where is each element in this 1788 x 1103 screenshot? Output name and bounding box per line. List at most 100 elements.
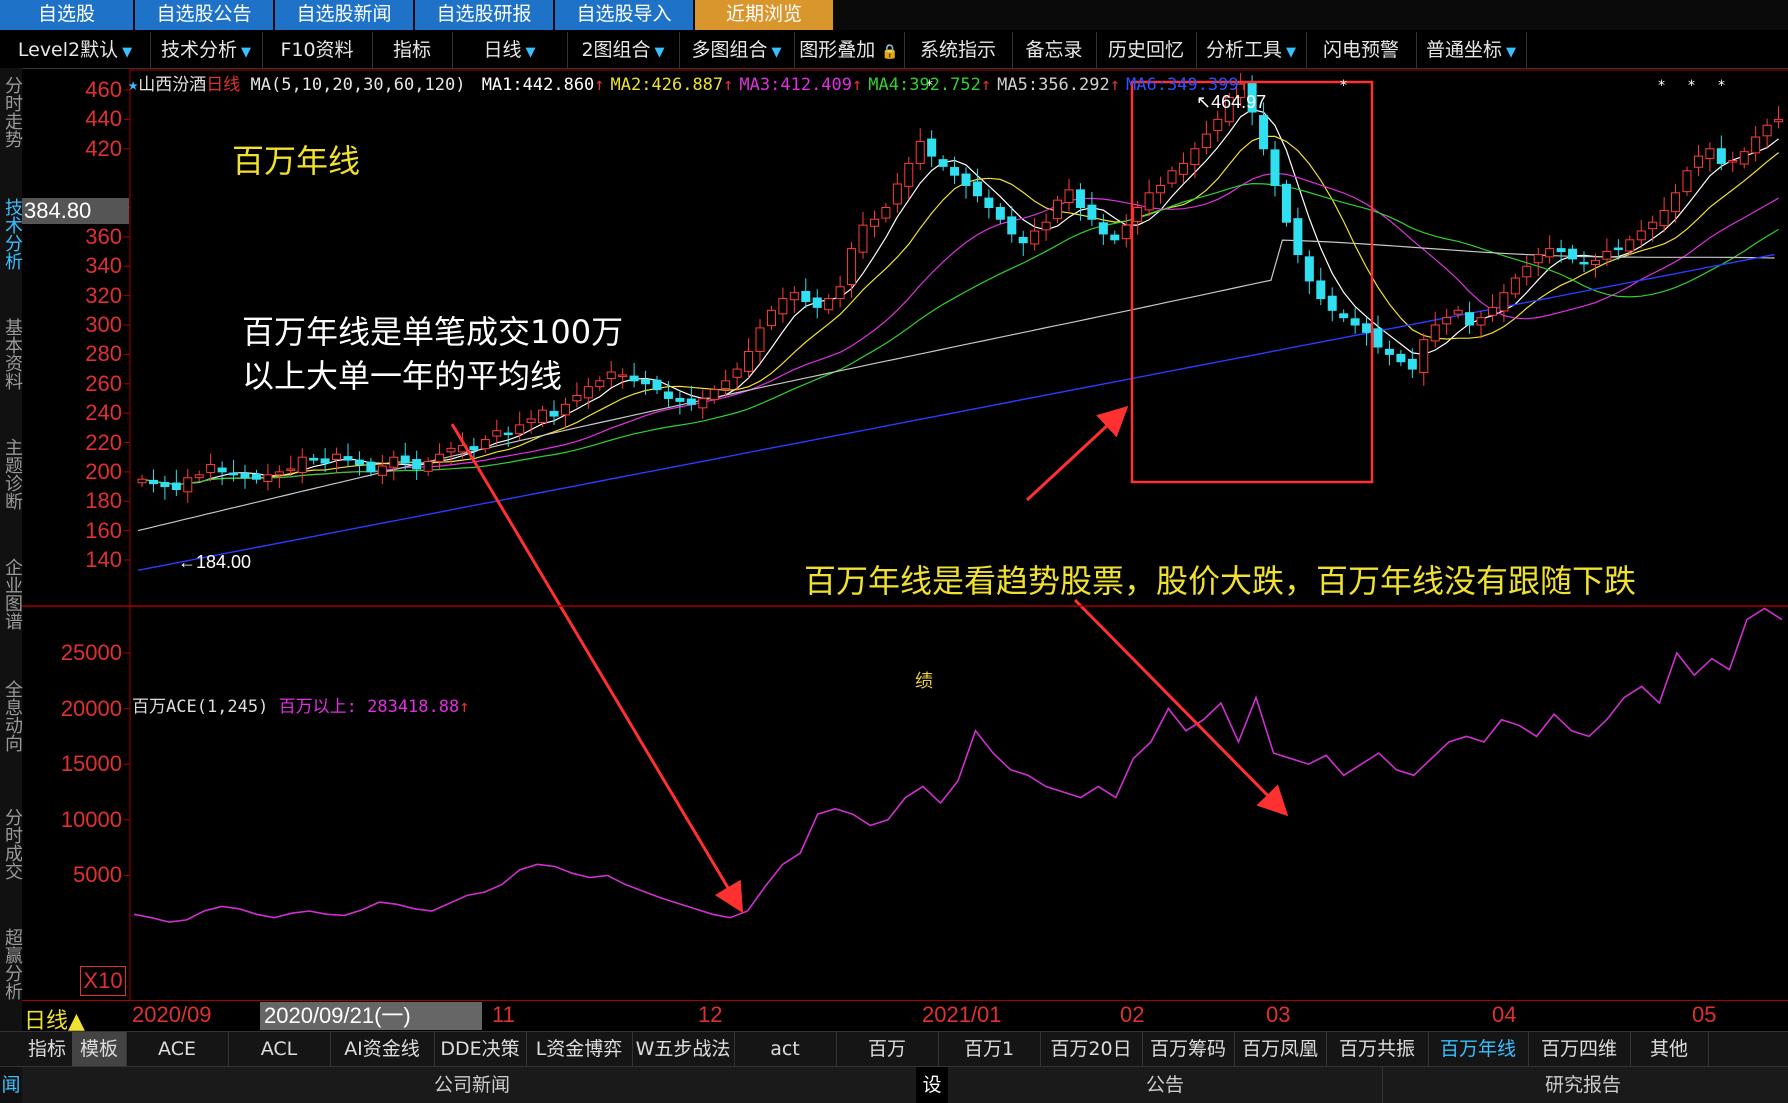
candle[interactable] bbox=[263, 463, 273, 491]
toolbar-item-9[interactable]: 备忘录 bbox=[1012, 32, 1097, 68]
candle[interactable] bbox=[297, 448, 307, 484]
candle[interactable] bbox=[1430, 311, 1440, 348]
chart-area[interactable]: * * * * * bbox=[22, 68, 1788, 1000]
candle[interactable] bbox=[1384, 340, 1394, 366]
candle[interactable] bbox=[984, 189, 994, 219]
candle[interactable] bbox=[137, 474, 147, 488]
dropdown-arrow-icon[interactable]: ▼ bbox=[122, 45, 132, 60]
candle[interactable] bbox=[217, 461, 227, 486]
candle[interactable] bbox=[366, 457, 376, 477]
news-left-tab[interactable]: 闻 bbox=[0, 1067, 22, 1103]
top-tab-4[interactable]: 自选股导入 bbox=[555, 0, 695, 30]
candle[interactable] bbox=[1190, 142, 1200, 178]
candle[interactable] bbox=[171, 469, 181, 497]
candle[interactable] bbox=[194, 470, 204, 483]
candle[interactable] bbox=[1121, 214, 1131, 248]
candle[interactable] bbox=[1053, 195, 1063, 224]
toolbar-item-5[interactable]: 2图组合 ▼ bbox=[567, 32, 680, 68]
candle[interactable] bbox=[869, 210, 879, 238]
candle[interactable] bbox=[538, 405, 548, 427]
candle[interactable] bbox=[881, 203, 891, 223]
candle[interactable] bbox=[1098, 213, 1108, 245]
candle[interactable] bbox=[961, 167, 971, 199]
candle[interactable] bbox=[755, 319, 765, 363]
candle[interactable] bbox=[1167, 166, 1177, 188]
candle[interactable] bbox=[1201, 120, 1211, 155]
toolbar-item-10[interactable]: 历史回忆 bbox=[1096, 32, 1197, 68]
candle[interactable] bbox=[377, 454, 387, 485]
candle[interactable] bbox=[343, 443, 353, 467]
candle[interactable] bbox=[1705, 142, 1715, 172]
candle[interactable] bbox=[1144, 179, 1154, 217]
toolbar-item-4[interactable]: 日线 ▼ bbox=[452, 32, 568, 68]
candle[interactable] bbox=[1327, 287, 1337, 322]
candle[interactable] bbox=[1487, 294, 1497, 322]
top-tab-1[interactable]: 自选股公告 bbox=[135, 0, 275, 30]
candle[interactable] bbox=[995, 203, 1005, 224]
candle[interactable] bbox=[766, 305, 776, 330]
candle[interactable] bbox=[1373, 315, 1383, 354]
indicator-tab-16[interactable]: 百万四维 bbox=[1528, 1032, 1631, 1066]
candle[interactable] bbox=[1476, 311, 1486, 339]
candle[interactable] bbox=[480, 435, 490, 454]
candle[interactable] bbox=[1545, 235, 1555, 264]
candle[interactable] bbox=[629, 362, 639, 388]
candle[interactable] bbox=[320, 447, 330, 472]
toolbar-item-12[interactable]: 闪电预警 bbox=[1306, 32, 1417, 68]
candle[interactable] bbox=[1304, 250, 1314, 295]
candle[interactable] bbox=[1465, 301, 1475, 334]
candle[interactable] bbox=[1522, 255, 1532, 286]
candle[interactable] bbox=[847, 242, 857, 298]
candle[interactable] bbox=[744, 338, 754, 379]
toolbar-item-8[interactable]: 系统指示 bbox=[904, 32, 1013, 68]
left-tab-3[interactable]: 主题诊断 bbox=[0, 438, 23, 510]
candle[interactable] bbox=[1682, 166, 1692, 197]
candle[interactable] bbox=[709, 385, 719, 405]
candle[interactable] bbox=[1774, 106, 1784, 129]
candle[interactable] bbox=[1110, 230, 1120, 245]
toolbar-item-1[interactable]: 技术分析 ▼ bbox=[150, 32, 263, 68]
candle[interactable] bbox=[1739, 147, 1749, 169]
event-marker-icon[interactable]: * bbox=[1658, 78, 1665, 94]
indicator-tab-9[interactable]: 百万 bbox=[836, 1032, 939, 1066]
candle[interactable] bbox=[1762, 118, 1772, 150]
event-marker-icon[interactable]: * bbox=[1718, 78, 1725, 94]
candle[interactable] bbox=[1018, 230, 1028, 256]
candle[interactable] bbox=[206, 453, 216, 482]
dropdown-arrow-icon[interactable]: ▼ bbox=[772, 45, 782, 60]
toolbar-item-13[interactable]: 普通坐标 ▼ bbox=[1416, 32, 1527, 68]
toolbar-item-6[interactable]: 多图组合 ▼ bbox=[679, 32, 795, 68]
indicator-tab-15[interactable]: 百万年线 bbox=[1428, 1032, 1529, 1066]
candle[interactable] bbox=[858, 211, 868, 259]
candle[interactable] bbox=[251, 469, 261, 484]
top-tab-2[interactable]: 自选股新闻 bbox=[275, 0, 415, 30]
toolbar-item-3[interactable]: 指标 bbox=[372, 32, 453, 68]
candle[interactable] bbox=[1281, 179, 1291, 227]
left-tab-0[interactable]: 分时走势 bbox=[0, 76, 23, 148]
candle[interactable] bbox=[423, 457, 433, 476]
candle[interactable] bbox=[652, 375, 662, 395]
candle[interactable] bbox=[778, 287, 788, 323]
candle[interactable] bbox=[1087, 191, 1097, 226]
candle[interactable] bbox=[812, 289, 822, 319]
indicator-tab-1[interactable]: 模板 bbox=[72, 1032, 127, 1066]
left-tab-1[interactable]: 技术分析 bbox=[0, 198, 23, 270]
event-marker-icon[interactable]: * bbox=[1688, 78, 1695, 94]
candle[interactable] bbox=[1419, 333, 1429, 386]
dropdown-arrow-icon[interactable]: ▼ bbox=[526, 45, 536, 60]
candle[interactable] bbox=[801, 278, 811, 309]
company-news-tab[interactable]: 公司新闻 bbox=[22, 1067, 922, 1103]
candle[interactable] bbox=[1533, 247, 1543, 276]
candle[interactable] bbox=[1270, 141, 1280, 197]
candle[interactable] bbox=[1156, 176, 1166, 204]
lock-icon[interactable]: 🔒 bbox=[881, 44, 898, 60]
research-tab[interactable]: 研究报告 bbox=[1382, 1067, 1783, 1103]
candle[interactable] bbox=[492, 419, 502, 445]
candle[interactable] bbox=[927, 130, 937, 168]
candle[interactable] bbox=[1396, 349, 1406, 367]
candle[interactable] bbox=[1362, 317, 1372, 346]
left-tab-4[interactable]: 企业图谱 bbox=[0, 558, 23, 630]
candle[interactable] bbox=[309, 453, 319, 465]
indicator-tab-11[interactable]: 百万20日 bbox=[1040, 1032, 1143, 1066]
left-tab-7[interactable]: 超赢分析 bbox=[0, 928, 23, 1000]
